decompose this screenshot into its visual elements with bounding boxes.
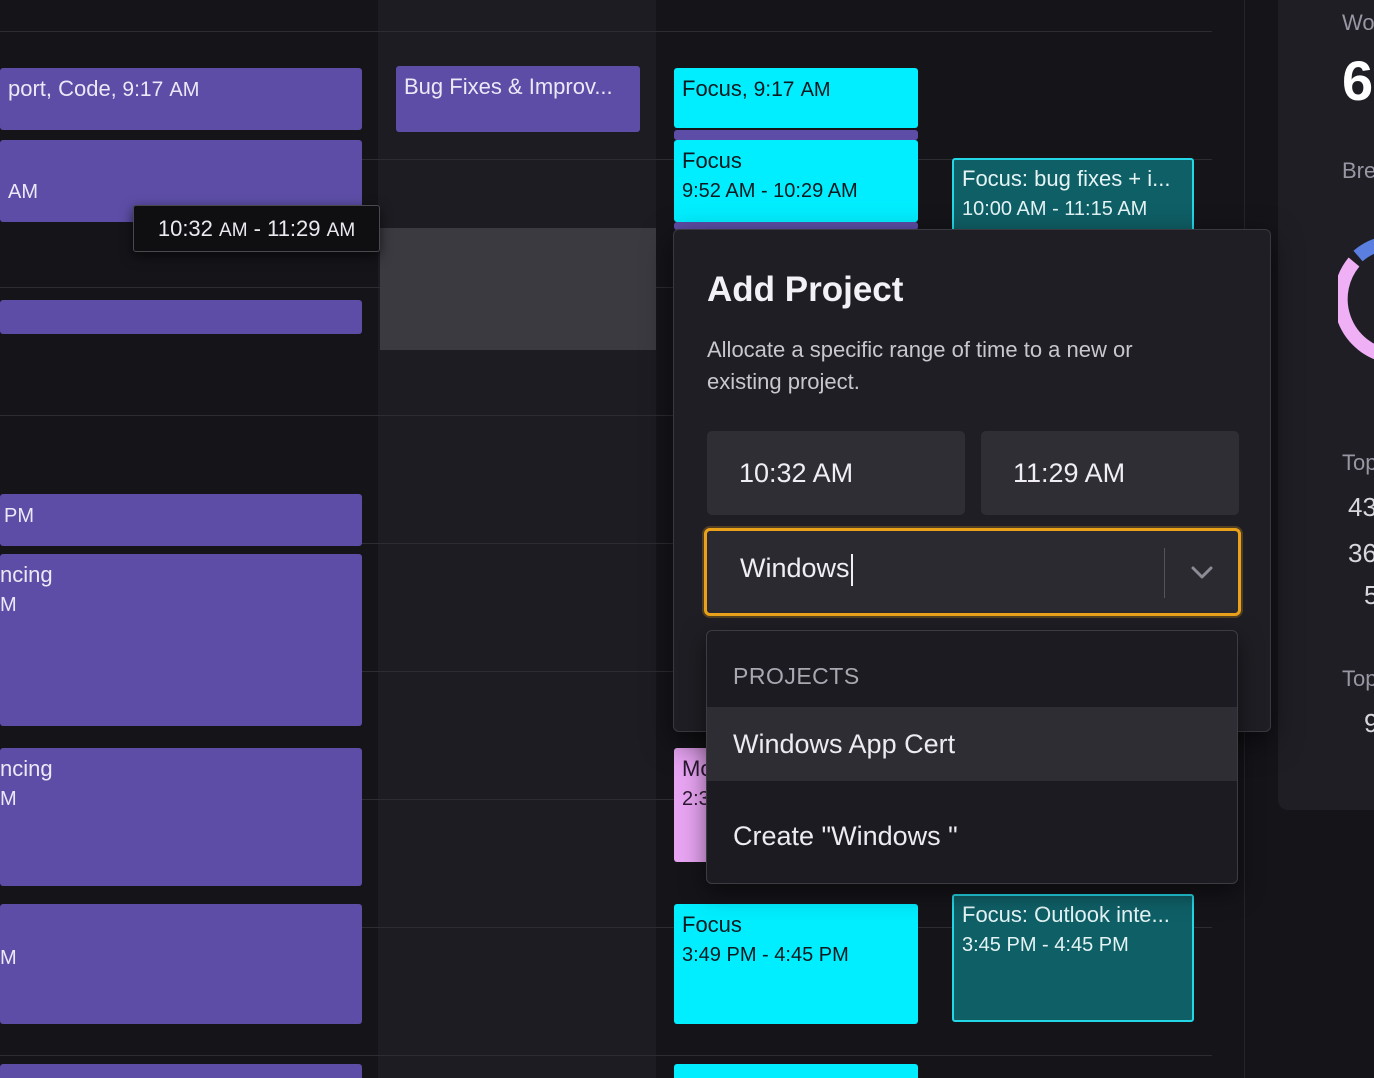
calendar-event[interactable]: M bbox=[0, 904, 362, 1024]
calendar-event[interactable] bbox=[674, 1064, 918, 1078]
selected-time-range[interactable] bbox=[380, 228, 656, 350]
event-title: Focus: bug fixes + i... bbox=[962, 166, 1171, 191]
stats-label: Top bbox=[1342, 666, 1374, 691]
text-caret bbox=[850, 553, 853, 586]
tooltip-separator: - bbox=[247, 216, 268, 241]
event-time: 9:17 bbox=[122, 78, 164, 101]
stats-value: 43 bbox=[1348, 492, 1374, 522]
event-title: Focus bbox=[682, 912, 742, 937]
tooltip-start: 10:32 bbox=[157, 216, 213, 241]
selection-time-tooltip: 10:32 AM - 11:29 AM bbox=[133, 205, 380, 252]
event-title: Focus: Outlook inte... bbox=[962, 902, 1170, 927]
dropdown-group-header: PROJECTS bbox=[733, 663, 860, 689]
tooltip-end: 11:29 bbox=[267, 216, 321, 241]
donut-chart bbox=[1338, 238, 1374, 360]
event-ampm: AM bbox=[169, 79, 200, 101]
event-title: ncing bbox=[0, 562, 53, 587]
calendar-event[interactable]: Focus: Outlook inte... 3:45 PM - 4:45 PM bbox=[952, 894, 1194, 1022]
event-title: Focus bbox=[682, 76, 742, 101]
event-ampm: M bbox=[0, 947, 17, 969]
event-start-ampm: AM bbox=[725, 180, 756, 202]
calendar-column-2 bbox=[378, 0, 656, 1078]
calendar-event[interactable] bbox=[0, 1064, 362, 1078]
hour-line bbox=[0, 1055, 1212, 1056]
calendar-event bbox=[674, 130, 918, 140]
chevron-down-icon[interactable] bbox=[1187, 557, 1217, 587]
calendar-event[interactable]: port, Code, 9:17 AM bbox=[0, 68, 362, 130]
event-start: 10:00 bbox=[962, 198, 1013, 220]
event-end: 4:45 bbox=[1054, 934, 1094, 956]
dropdown-option-create-project[interactable]: Create "Windows " bbox=[707, 799, 1237, 873]
stats-label: Top bbox=[1342, 450, 1374, 475]
event-ampm: AM bbox=[8, 181, 38, 203]
event-start: 3:49 bbox=[682, 944, 721, 966]
event-start-ampm: PM bbox=[726, 944, 757, 966]
event-title: port, Code bbox=[8, 76, 111, 101]
event-end-ampm: AM bbox=[1117, 198, 1148, 220]
event-title: Focus bbox=[682, 148, 742, 173]
project-search-input[interactable]: Windows bbox=[740, 553, 853, 586]
dialog-title: Add Project bbox=[707, 270, 904, 309]
start-time-input[interactable] bbox=[707, 431, 965, 515]
calendar-event[interactable]: ncing M bbox=[0, 554, 362, 726]
event-ampm: AM bbox=[800, 79, 831, 101]
event-end-ampm: PM bbox=[818, 944, 849, 966]
project-dropdown-menu: PROJECTS Windows App Cert Create "Window… bbox=[706, 630, 1238, 884]
event-end-ampm: AM bbox=[827, 180, 858, 202]
event-end: 10:29 bbox=[773, 180, 824, 202]
end-time-input[interactable] bbox=[981, 431, 1239, 515]
event-end-ampm: PM bbox=[1098, 934, 1129, 956]
event-ampm: M bbox=[0, 788, 17, 810]
tooltip-start-ampm: AM bbox=[219, 220, 248, 241]
dialog-description: Allocate a specific range of time to a n… bbox=[707, 337, 1133, 394]
stats-value: 36 bbox=[1348, 538, 1374, 568]
calendar-event[interactable]: PM bbox=[0, 494, 362, 546]
event-time: 2:3 bbox=[682, 788, 710, 810]
event-time: 9:17 bbox=[753, 78, 795, 101]
event-start-ampm: AM bbox=[1016, 198, 1047, 220]
stats-label: Bre bbox=[1342, 158, 1374, 183]
stats-label: Wo bbox=[1342, 10, 1374, 35]
dropdown-option-windows-app-cert[interactable]: Windows App Cert bbox=[707, 707, 1237, 781]
calendar-event[interactable]: ncing M bbox=[0, 748, 362, 886]
event-ampm: M bbox=[0, 594, 17, 616]
hour-line bbox=[0, 31, 1212, 32]
stats-big-value: 6 bbox=[1342, 49, 1374, 112]
event-start: 9:52 bbox=[682, 180, 721, 202]
event-start: 3:45 bbox=[962, 934, 1001, 956]
calendar-event[interactable] bbox=[0, 300, 362, 334]
project-select[interactable]: Windows bbox=[704, 528, 1241, 616]
stats-panel: Wo 6 Bre Top 43 36 5 Top 9 bbox=[1278, 0, 1374, 810]
event-title: ncing bbox=[0, 756, 53, 781]
event-title: Bug Fixes & Improv... bbox=[404, 74, 613, 99]
tooltip-end-ampm: AM bbox=[326, 220, 356, 241]
event-start-ampm: PM bbox=[1006, 934, 1037, 956]
event-end: 4:45 bbox=[774, 944, 814, 966]
event-ampm: PM bbox=[4, 505, 34, 527]
event-end: 11:15 bbox=[1064, 198, 1113, 220]
stats-value: 5 bbox=[1364, 580, 1374, 610]
calendar-event[interactable]: Bug Fixes & Improv... bbox=[396, 66, 640, 132]
calendar-event[interactable]: Focus 9:52 AM - 10:29 AM bbox=[674, 140, 918, 222]
stats-value: 9 bbox=[1364, 708, 1374, 738]
calendar-event[interactable]: Focus 3:49 PM - 4:45 PM bbox=[674, 904, 918, 1024]
select-divider bbox=[1164, 548, 1165, 598]
calendar-event[interactable]: Focus: bug fixes + i... 10:00 AM - 11:15… bbox=[952, 158, 1194, 238]
calendar-event[interactable]: Focus, 9:17 AM bbox=[674, 68, 918, 128]
